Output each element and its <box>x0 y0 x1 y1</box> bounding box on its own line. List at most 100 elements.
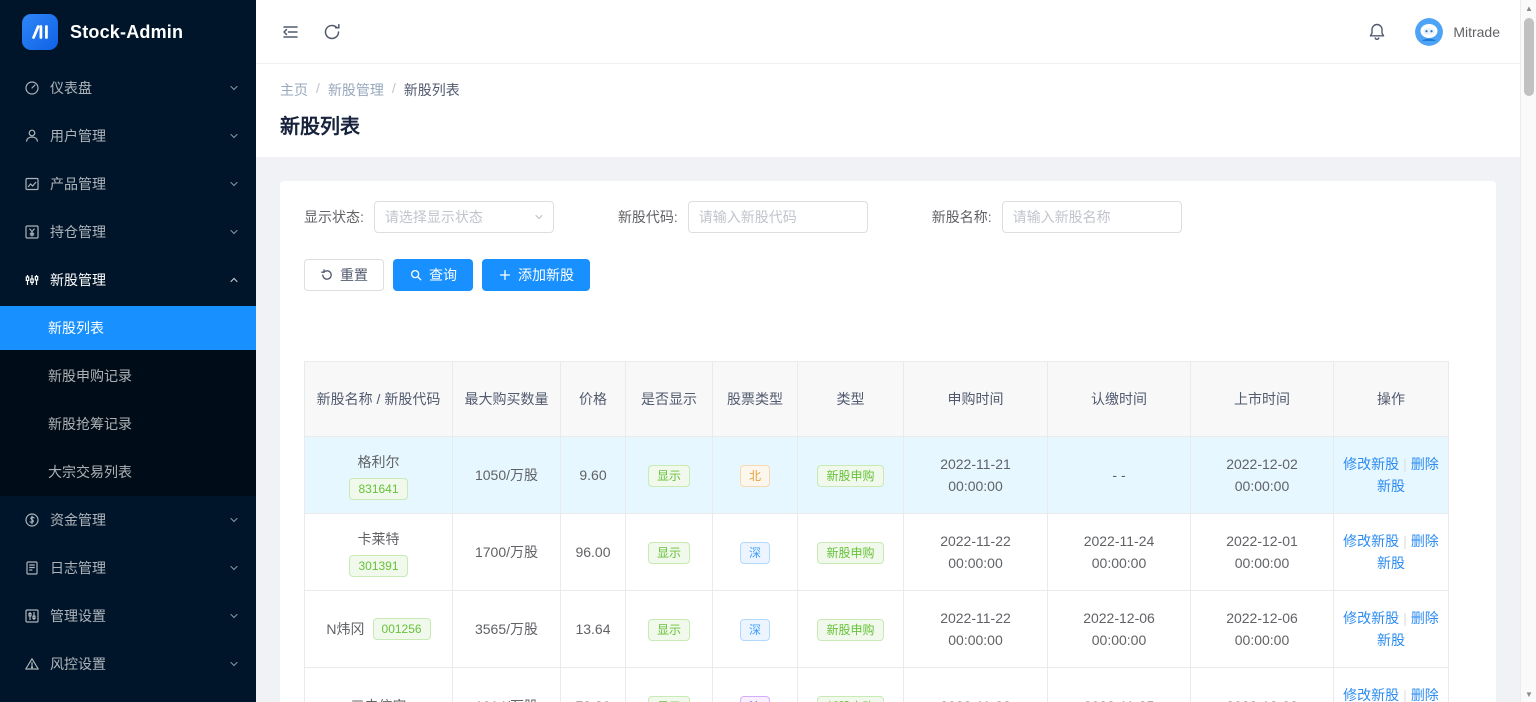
cell-apply-time: 2022-11-22 00:00:00 <box>904 591 1048 668</box>
stock-code-input[interactable] <box>688 201 868 233</box>
app-root: Stock-Admin 仪表盘 用户管理 <box>0 0 1536 702</box>
dollar-circle-icon <box>24 512 40 528</box>
sidebar-item-ipo-list[interactable]: 新股列表 <box>0 306 256 350</box>
cell-stock-type: 深 <box>713 514 798 591</box>
scroll-down-arrow-icon[interactable]: ▼ <box>1521 686 1536 702</box>
menu-fold-icon[interactable] <box>280 22 300 42</box>
display-status-placeholder: 请选择显示状态 <box>385 207 533 227</box>
display-badge: 显示 <box>648 542 690 564</box>
cell-max-qty: 3565/万股 <box>453 591 561 668</box>
modify-ipo-link[interactable]: 修改新股 <box>1343 533 1399 549</box>
chevron-down-icon <box>228 226 240 238</box>
sidebar-item-funds[interactable]: 资金管理 <box>0 496 256 544</box>
scrollbar-thumb[interactable] <box>1524 18 1534 96</box>
cell-pay-time: - - <box>1048 437 1191 514</box>
reset-icon <box>320 268 334 282</box>
col-type: 类型 <box>798 362 904 437</box>
chevron-down-icon <box>228 82 240 94</box>
display-badge: 显示 <box>648 619 690 641</box>
refresh-icon[interactable] <box>322 22 342 42</box>
topbar: Mitrade <box>256 0 1520 64</box>
notification-bell-icon[interactable] <box>1367 22 1387 42</box>
modify-ipo-link[interactable]: 修改新股 <box>1343 687 1399 702</box>
search-icon <box>409 268 423 282</box>
sidebar-item-products[interactable]: 产品管理 <box>0 160 256 208</box>
stock-type-badge: 深 <box>740 619 770 641</box>
display-badge: 显示 <box>648 465 690 487</box>
modify-ipo-link[interactable]: 修改新股 <box>1343 456 1399 472</box>
cell-display: 显示 <box>626 668 713 702</box>
cell-stock-type: 深 <box>713 591 798 668</box>
content: 显示状态: 请选择显示状态 新股代码: 新股名称: <box>256 157 1520 702</box>
cell-list-time: 2022-12-02 <box>1191 668 1334 702</box>
modify-ipo-link[interactable]: 修改新股 <box>1343 610 1399 626</box>
cell-price: 9.60 <box>561 437 626 514</box>
sidebar-item-users[interactable]: 用户管理 <box>0 112 256 160</box>
display-badge: 显示 <box>648 696 690 702</box>
breadcrumb-home[interactable]: 主页 <box>280 80 308 100</box>
cell-max-qty: 1050/万股 <box>453 437 561 514</box>
sidebar-submenu-wrap: 新股列表 新股申购记录 新股抢筹记录 大宗交易列表 <box>0 306 256 496</box>
cell-list-time: 2022-12-02 00:00:00 <box>1191 437 1334 514</box>
sidebar-menu: 仪表盘 用户管理 产品管理 <box>0 64 256 688</box>
cell-display: 显示 <box>626 591 713 668</box>
cell-stock-type: 沪 <box>713 668 798 702</box>
sidebar-item-block-trade-list[interactable]: 大宗交易列表 <box>0 448 256 496</box>
sidebar-item-logs[interactable]: 日志管理 <box>0 544 256 592</box>
sliders-icon <box>24 608 40 624</box>
sidebar-submenu-ipo: 新股列表 新股申购记录 新股抢筹记录 大宗交易列表 <box>0 306 256 496</box>
chart-icon <box>24 176 40 192</box>
search-button[interactable]: 查询 <box>393 259 473 291</box>
cell-pay-time: 2022-12-06 00:00:00 <box>1048 591 1191 668</box>
cell-type: 新股申购 <box>798 591 904 668</box>
filter-stock-code: 新股代码: <box>618 201 868 233</box>
type-badge: 新股申购 <box>817 465 883 487</box>
col-apply-time: 申购时间 <box>904 362 1048 437</box>
breadcrumb-current: 新股列表 <box>404 80 460 100</box>
add-ipo-button[interactable]: 添加新股 <box>482 259 590 291</box>
filter-stock-name: 新股名称: <box>932 201 1182 233</box>
reset-button[interactable]: 重置 <box>304 259 384 291</box>
candlestick-icon <box>24 272 40 288</box>
chevron-down-icon <box>228 658 240 670</box>
type-badge: 新股申购 <box>817 542 883 564</box>
sidebar-item-dashboard[interactable]: 仪表盘 <box>0 64 256 112</box>
cell-name: 三未信安 <box>305 668 453 702</box>
sidebar-item-positions[interactable]: 持仓管理 <box>0 208 256 256</box>
app-title: Stock-Admin <box>70 22 183 43</box>
cell-price: 78.89 <box>561 668 626 702</box>
document-icon <box>24 560 40 576</box>
vertical-scrollbar[interactable]: ▲ ▼ <box>1520 0 1536 702</box>
ipo-table: 新股名称 / 新股代码 最大购买数量 价格 是否显示 股票类型 类型 申购时间 … <box>304 361 1449 702</box>
avatar[interactable] <box>1415 18 1443 46</box>
cell-actions: 修改新股|删除新股 <box>1334 437 1449 514</box>
sidebar-item-admin-settings[interactable]: 管理设置 <box>0 592 256 640</box>
sidebar-item-risk-settings[interactable]: 风控设置 <box>0 640 256 688</box>
cell-pay-time: 2022-11-24 00:00:00 <box>1048 514 1191 591</box>
cell-list-time: 2022-12-06 00:00:00 <box>1191 591 1334 668</box>
sidebar-item-ipo-subscribe-records[interactable]: 新股申购记录 <box>0 352 256 400</box>
table-row: N炜冈 001256 3565/万股 13.64 显示 深 新股申购 2022-… <box>305 591 1449 668</box>
yen-box-icon <box>24 224 40 240</box>
table-header-row: 新股名称 / 新股代码 最大购买数量 价格 是否显示 股票类型 类型 申购时间 … <box>305 362 1449 437</box>
sidebar-item-ipo-grab-records[interactable]: 新股抢筹记录 <box>0 400 256 448</box>
sidebar-item-ipo[interactable]: 新股管理 <box>0 256 256 304</box>
breadcrumb-ipo-management[interactable]: 新股管理 <box>328 80 384 100</box>
toolbar: 重置 查询 添加新股 <box>304 259 1472 291</box>
user-name[interactable]: Mitrade <box>1453 24 1500 40</box>
user-icon <box>24 128 40 144</box>
app-logo: Stock-Admin <box>0 0 256 64</box>
scroll-up-arrow-icon[interactable]: ▲ <box>1521 0 1536 16</box>
stock-name-label: 新股名称: <box>932 207 992 227</box>
cell-display: 显示 <box>626 437 713 514</box>
display-status-label: 显示状态: <box>304 207 364 227</box>
chevron-down-icon <box>228 514 240 526</box>
cell-type: 新股申购 <box>798 668 904 702</box>
chevron-down-icon <box>533 211 545 223</box>
cell-type: 新股申购 <box>798 514 904 591</box>
table-row: 三未信安 1914/万股 78.89 显示 沪 新股申购 2022-11-23 … <box>305 668 1449 702</box>
stock-code-label: 新股代码: <box>618 207 678 227</box>
stock-name-input[interactable] <box>1002 201 1182 233</box>
cell-apply-time: 2022-11-22 00:00:00 <box>904 514 1048 591</box>
display-status-select[interactable]: 请选择显示状态 <box>374 201 554 233</box>
